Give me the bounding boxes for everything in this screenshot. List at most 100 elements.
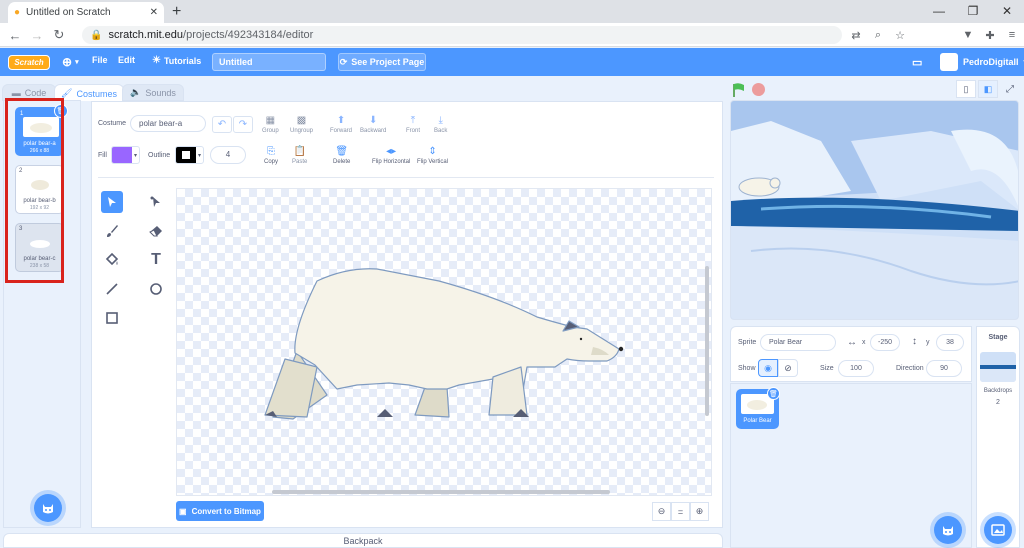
text-tool[interactable]: T xyxy=(145,249,167,271)
sprite-name-input[interactable]: Polar Bear xyxy=(760,334,836,351)
back-arrow-icon[interactable]: ← xyxy=(6,26,24,44)
forward-layer-icon: ⬆ xyxy=(336,115,346,126)
lock-icon[interactable]: 🔒 xyxy=(90,30,102,41)
back-button[interactable]: ⤓ Back xyxy=(434,115,447,134)
choose-backdrop-button[interactable] xyxy=(984,516,1012,544)
fullscreen-icon[interactable]: ⤢ xyxy=(1000,80,1020,98)
browser-toolbar: ← → ↻ 🔒 scratch.mit.edu /projects/492343… xyxy=(0,23,1024,47)
size-input[interactable]: 100 xyxy=(838,360,874,377)
direction-input[interactable]: 90 xyxy=(926,360,962,377)
see-project-page-button[interactable]: ⟳ See Project Page xyxy=(338,53,426,71)
hide-eye-icon[interactable]: ⊘ xyxy=(778,359,798,377)
x-position-input[interactable]: -250 xyxy=(870,334,900,351)
stage-size-toggle: ▯ ◧ ⤢ xyxy=(956,80,1020,98)
canvas-horizontal-scrollbar[interactable] xyxy=(272,490,610,494)
eraser-tool[interactable] xyxy=(145,220,167,242)
see-project-label: See Project Page xyxy=(351,57,425,67)
file-menu[interactable]: File xyxy=(92,55,108,65)
close-window-icon[interactable]: ✕ xyxy=(990,0,1024,22)
ungroup-button[interactable]: ▩ Ungroup xyxy=(290,115,313,134)
sprite-thumb-name: Polar Bear xyxy=(743,418,772,424)
green-flag-icon[interactable] xyxy=(731,82,747,98)
line-tool[interactable] xyxy=(101,278,123,300)
browser-tab[interactable]: ● Untitled on Scratch ✕ xyxy=(8,2,164,23)
flip-vertical-button[interactable]: ⇕ Flip Vertical xyxy=(417,146,448,165)
reload-icon[interactable]: ↻ xyxy=(50,26,68,44)
delete-button[interactable]: 🗑 Delete xyxy=(333,146,350,165)
zoom-reset-button[interactable]: = xyxy=(671,502,690,521)
canvas-vertical-scrollbar[interactable] xyxy=(705,266,709,416)
show-eye-icon[interactable]: ◉ xyxy=(758,359,778,377)
circle-tool[interactable] xyxy=(145,278,167,300)
arrow-pointer-icon xyxy=(108,197,116,207)
translate-icon[interactable]: ⇄ xyxy=(848,26,864,44)
scratch-favicon-icon: ● xyxy=(14,7,21,18)
y-position-input[interactable]: 38 xyxy=(936,334,964,351)
flip-horizontal-label: Flip Horizontal xyxy=(372,159,411,165)
reshape-tool[interactable] xyxy=(145,191,167,213)
restore-icon[interactable]: ❐ xyxy=(956,0,990,22)
stage-canvas[interactable] xyxy=(730,100,1019,320)
group-button[interactable]: ▦ Group xyxy=(262,115,279,134)
large-stage-icon[interactable]: ◧ xyxy=(978,80,998,98)
project-title-input[interactable]: Untitled xyxy=(212,53,326,71)
minimize-icon[interactable]: — xyxy=(922,0,956,22)
choose-costume-button[interactable] xyxy=(34,494,62,522)
backpack-bar[interactable]: Backpack xyxy=(3,533,723,548)
paste-icon: 📋 xyxy=(293,146,306,157)
toolbar-divider xyxy=(98,177,714,178)
close-tab-icon[interactable]: ✕ xyxy=(150,7,158,18)
url-path: /projects/492343184/editor xyxy=(183,29,314,41)
rectangle-tool[interactable] xyxy=(101,307,123,329)
fill-swatch xyxy=(112,147,132,163)
paint-canvas[interactable] xyxy=(176,188,712,496)
reading-list-icon[interactable]: ≡ xyxy=(1004,26,1020,44)
scratch-logo[interactable]: Scratch xyxy=(8,55,50,70)
backdrop-thumbnail[interactable] xyxy=(980,352,1016,382)
front-layer-icon: ⤒ xyxy=(410,115,416,126)
forward-button[interactable]: ⬆ Forward xyxy=(330,115,352,134)
outline-width-input[interactable]: 4 xyxy=(210,146,246,164)
backward-button[interactable]: ⬇ Backward xyxy=(360,115,386,134)
brush-tool[interactable] xyxy=(101,220,123,242)
paste-button[interactable]: 📋 Paste xyxy=(292,146,307,165)
chevron-down-icon: ▾ xyxy=(198,152,202,159)
bookmark-star-icon[interactable]: ☆ xyxy=(892,26,908,44)
flip-horizontal-button[interactable]: ◂▸ Flip Horizontal xyxy=(372,146,410,165)
stop-icon[interactable] xyxy=(752,83,765,96)
small-stage-icon[interactable]: ▯ xyxy=(956,80,976,98)
front-label: Front xyxy=(406,128,421,134)
fill-tool[interactable] xyxy=(101,249,123,271)
fill-color-picker[interactable]: ▾ xyxy=(111,146,140,164)
extension-shield-icon[interactable]: ▼ xyxy=(960,26,976,44)
front-button[interactable]: ⤒ Front xyxy=(406,115,420,134)
copy-button[interactable]: ⎘ Copy xyxy=(264,146,278,165)
direction-label: Direction xyxy=(896,365,924,372)
my-stuff-folder-icon[interactable]: ▭ xyxy=(912,56,922,69)
forward-arrow-icon[interactable]: → xyxy=(28,26,46,44)
undo-icon[interactable]: ↶ xyxy=(212,116,232,133)
outline-color-picker[interactable]: ▾ xyxy=(175,146,204,164)
polar-bear-costume[interactable] xyxy=(177,189,713,497)
zoom-in-icon[interactable]: ⊕ xyxy=(690,502,709,521)
user-account-menu[interactable]: PedroDigitall ▾ xyxy=(940,53,1024,71)
address-bar[interactable]: 🔒 scratch.mit.edu /projects/492343184/ed… xyxy=(82,26,842,44)
rectangle-icon xyxy=(106,312,118,324)
tab-sounds-label: Sounds xyxy=(145,87,176,98)
redo-icon[interactable]: ↷ xyxy=(233,116,253,133)
zoom-out-icon[interactable]: ⊖ xyxy=(652,502,671,521)
zoom-icon[interactable]: ⌕ xyxy=(870,26,886,44)
convert-to-bitmap-button[interactable]: ▣ Convert to Bitmap xyxy=(176,501,264,521)
copy-icon: ⎘ xyxy=(267,146,275,157)
paint-bucket-icon xyxy=(105,253,119,266)
edit-menu[interactable]: Edit xyxy=(118,55,135,65)
tutorials-menu[interactable]: ☀ Tutorials xyxy=(152,55,201,66)
choose-sprite-button[interactable] xyxy=(934,516,962,544)
tab-sounds[interactable]: 🔈 Sounds xyxy=(122,84,184,101)
language-menu[interactable]: ⊕ ▾ xyxy=(62,55,79,69)
costume-name-input[interactable]: polar bear-a xyxy=(130,115,206,132)
extensions-puzzle-icon[interactable]: ✚ xyxy=(982,26,998,44)
new-tab-icon[interactable]: + xyxy=(172,3,181,21)
select-tool[interactable] xyxy=(101,191,123,213)
delete-sprite-icon[interactable]: 🗑 xyxy=(767,387,780,400)
